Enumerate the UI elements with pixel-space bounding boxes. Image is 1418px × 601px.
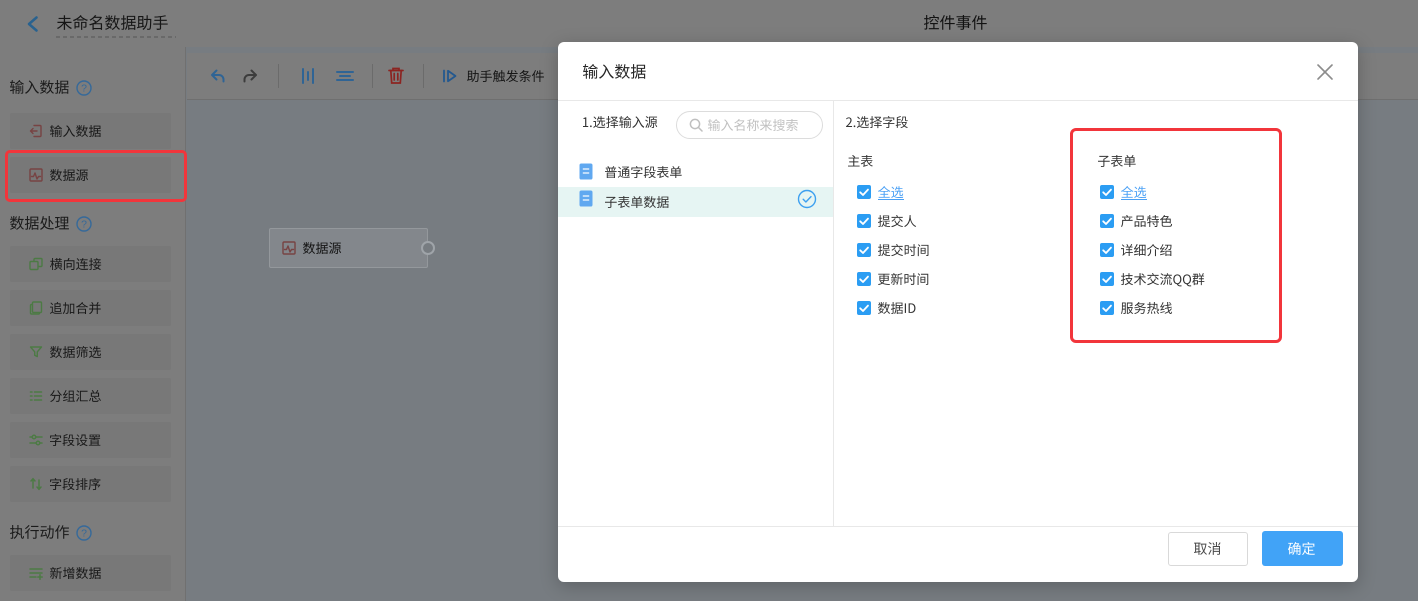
svg-text:?: ? — [81, 219, 87, 231]
svg-text:?: ? — [81, 528, 87, 540]
svg-text:?: ? — [81, 83, 87, 95]
